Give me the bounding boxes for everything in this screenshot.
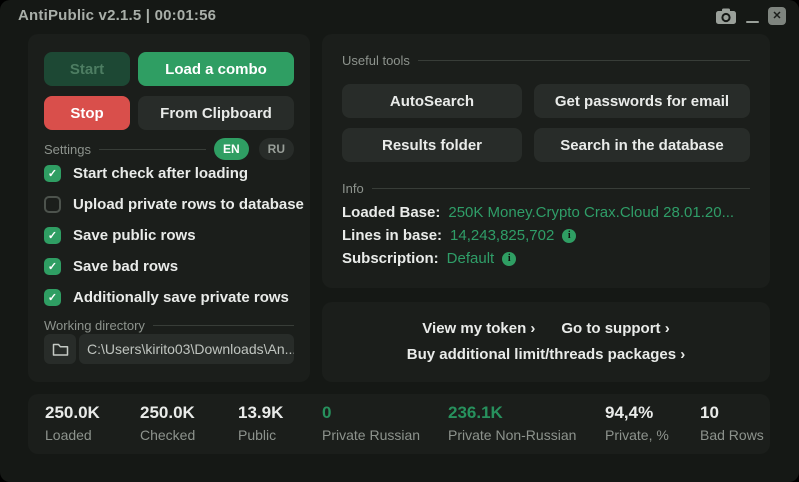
links-row: Buy additional limit/threads packages ›	[322, 346, 770, 363]
stat-value: 94,4%	[605, 403, 669, 423]
checkbox-save-bad-rows[interactable]: Save bad rows	[44, 257, 296, 275]
checkbox-save-public-rows[interactable]: Save public rows	[44, 226, 296, 244]
checkbox-start-check-after-loading[interactable]: Start check after loading	[44, 164, 296, 182]
checkbox-label: Upload private rows to database	[73, 196, 304, 213]
stat-label: Public	[238, 427, 283, 443]
settings-checkbox-list: Start check after loading Upload private…	[44, 164, 296, 319]
loaded-base-label: Loaded Base:	[342, 204, 440, 221]
subscription-label: Subscription:	[342, 250, 439, 267]
stat-value: 250.0K	[140, 403, 195, 423]
autosearch-button[interactable]: AutoSearch	[342, 84, 522, 118]
loaded-base-value: 250K Money.Crypto Crax.Cloud 28.01.20...	[448, 204, 734, 221]
info-icon[interactable]: i	[502, 252, 516, 266]
stat-label: Private, %	[605, 427, 669, 443]
stat-label: Bad Rows	[700, 427, 764, 443]
buy-packages-link[interactable]: Buy additional limit/threads packages ›	[407, 346, 685, 363]
stat-value: 0	[322, 403, 420, 423]
stat-value: 10	[700, 403, 764, 423]
minimize-button[interactable]	[746, 9, 759, 23]
checkbox-icon[interactable]	[44, 165, 61, 182]
links-row: View my token › Go to support ›	[322, 320, 770, 337]
screenshot-camera-button[interactable]	[715, 7, 737, 25]
start-button[interactable]: Start	[44, 52, 130, 86]
stat-value: 250.0K	[45, 403, 100, 423]
stat-value: 236.1K	[448, 403, 576, 423]
checkbox-icon[interactable]	[44, 289, 61, 306]
info-row-loaded-base: Loaded Base: 250K Money.Crypto Crax.Clou…	[342, 201, 762, 224]
stat-private-russian: 0 Private Russian	[322, 403, 420, 443]
working-directory-label: Working directory	[44, 318, 145, 333]
browse-folder-button[interactable]	[44, 334, 76, 364]
language-toggle-ru[interactable]: RU	[259, 138, 294, 160]
stat-bad-rows: 10 Bad Rows	[700, 403, 764, 443]
working-directory-header: Working directory	[44, 317, 294, 333]
window-controls: ✕	[715, 5, 786, 27]
divider-line	[99, 149, 206, 150]
divider-line	[372, 188, 750, 189]
load-combo-button[interactable]: Load a combo	[138, 52, 294, 86]
stat-checked: 250.0K Checked	[140, 403, 195, 443]
from-clipboard-button[interactable]: From Clipboard	[138, 96, 294, 130]
stats-panel: 250.0K Loaded 250.0K Checked 13.9K Publi…	[28, 394, 770, 454]
stat-public: 13.9K Public	[238, 403, 283, 443]
stat-private-non-russian: 236.1K Private Non-Russian	[448, 403, 576, 443]
window-title: AntiPublic v2.1.5 | 00:01:56	[18, 7, 216, 24]
app-window: AntiPublic v2.1.5 | 00:01:56 ✕ Start Loa…	[0, 0, 799, 482]
stop-button[interactable]: Stop	[44, 96, 130, 130]
stat-label: Private Russian	[322, 427, 420, 443]
tools-info-panel: Useful tools AutoSearch Get passwords fo…	[322, 34, 770, 288]
checkbox-label: Save public rows	[73, 227, 196, 244]
divider-line	[418, 60, 750, 61]
checkbox-label: Save bad rows	[73, 258, 178, 275]
search-database-button[interactable]: Search in the database	[534, 128, 750, 162]
checkbox-icon[interactable]	[44, 196, 61, 213]
checkbox-icon[interactable]	[44, 227, 61, 244]
subscription-value: Default	[447, 250, 495, 267]
checkbox-icon[interactable]	[44, 258, 61, 275]
stat-label: Private Non-Russian	[448, 427, 576, 443]
useful-tools-label: Useful tools	[342, 53, 410, 68]
checkbox-upload-private-rows[interactable]: Upload private rows to database	[44, 195, 296, 213]
language-toggle-en[interactable]: EN	[214, 138, 249, 160]
settings-section-header: Settings EN RU	[44, 138, 294, 160]
control-panel: Start Load a combo Stop From Clipboard S…	[28, 34, 310, 382]
info-rows: Loaded Base: 250K Money.Crypto Crax.Clou…	[342, 201, 762, 270]
stat-label: Checked	[140, 427, 195, 443]
settings-label: Settings	[44, 142, 91, 157]
get-passwords-button[interactable]: Get passwords for email	[534, 84, 750, 118]
info-label: Info	[342, 181, 364, 196]
checkbox-label: Additionally save private rows	[73, 289, 289, 306]
info-section-header: Info	[342, 180, 750, 196]
info-row-lines-in-base: Lines in base: 14,243,825,702 i	[342, 224, 762, 247]
useful-tools-header: Useful tools	[342, 52, 750, 68]
info-icon[interactable]: i	[562, 229, 576, 243]
folder-icon	[52, 342, 69, 357]
lines-in-base-value: 14,243,825,702	[450, 227, 554, 244]
stat-value: 13.9K	[238, 403, 283, 423]
stat-private-percent: 94,4% Private, %	[605, 403, 669, 443]
close-button[interactable]: ✕	[768, 7, 786, 25]
checkbox-additionally-save-private-rows[interactable]: Additionally save private rows	[44, 288, 296, 306]
results-folder-button[interactable]: Results folder	[342, 128, 522, 162]
info-row-subscription: Subscription: Default i	[342, 247, 762, 270]
go-to-support-link[interactable]: Go to support ›	[561, 320, 669, 337]
stat-label: Loaded	[45, 427, 100, 443]
lines-in-base-label: Lines in base:	[342, 227, 442, 244]
stat-loaded: 250.0K Loaded	[45, 403, 100, 443]
divider-line	[153, 325, 294, 326]
working-directory-row: C:\Users\kirito03\Downloads\An...	[44, 334, 294, 364]
view-my-token-link[interactable]: View my token ›	[422, 320, 535, 337]
minimize-icon	[746, 21, 759, 23]
links-panel: View my token › Go to support › Buy addi…	[322, 302, 770, 382]
checkbox-label: Start check after loading	[73, 165, 248, 182]
camera-icon	[715, 7, 737, 25]
working-directory-path-input[interactable]: C:\Users\kirito03\Downloads\An...	[79, 334, 294, 364]
